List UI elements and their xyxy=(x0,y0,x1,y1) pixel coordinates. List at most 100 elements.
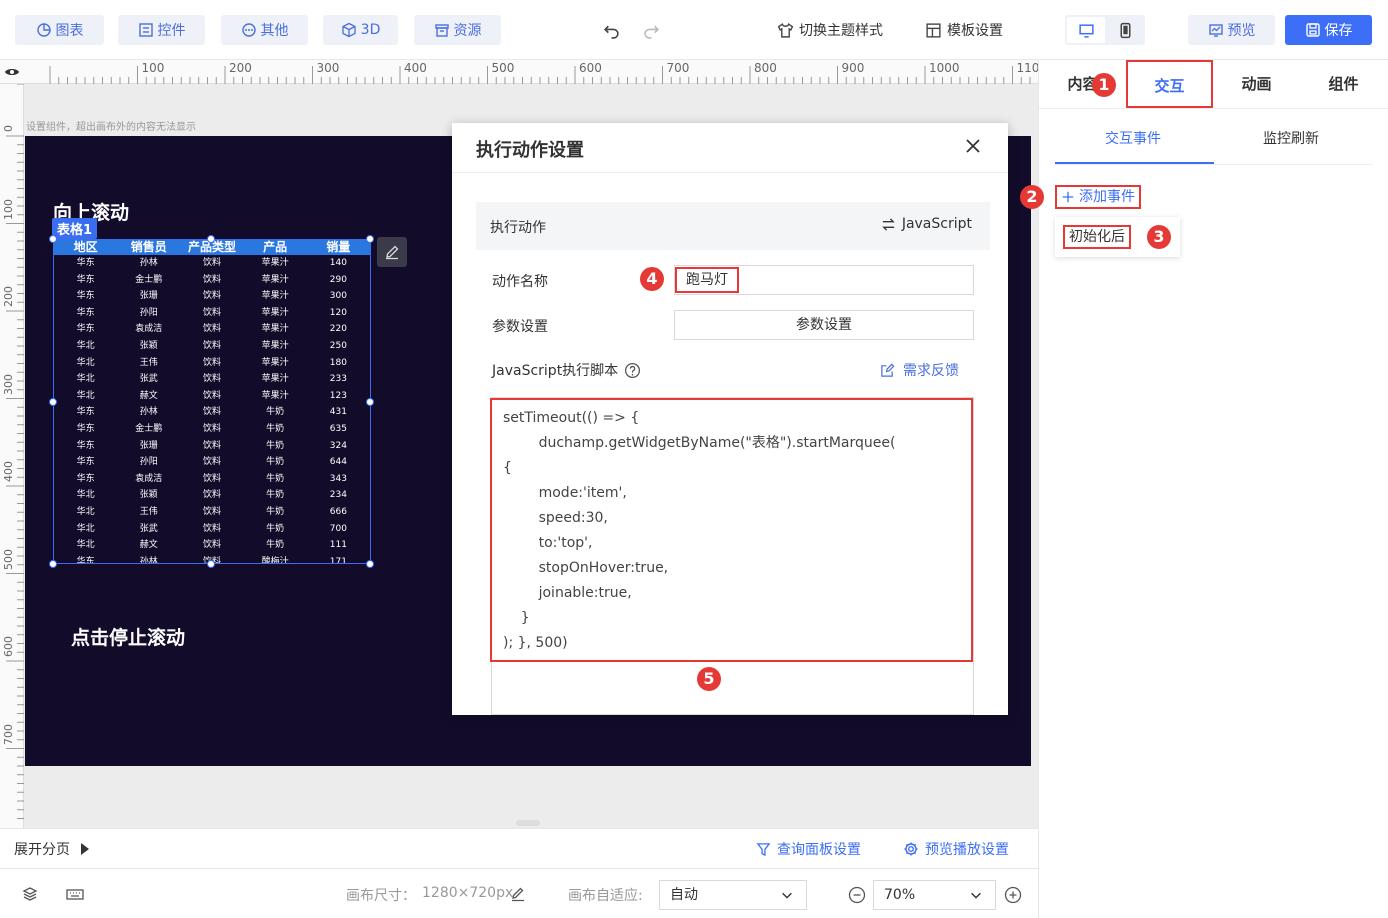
table-cell: 饮料 xyxy=(202,490,221,501)
add-event-button[interactable]: 添加事件 xyxy=(1055,185,1141,209)
table-cell: 饮料 xyxy=(202,523,221,534)
caret-right-icon xyxy=(81,843,89,855)
save-button[interactable]: 保存 xyxy=(1285,15,1372,45)
stop-scroll-title[interactable]: 点击停止滚动 xyxy=(71,623,185,650)
table-row: 华东 张珊 饮料 苹果汁 300 xyxy=(54,288,370,305)
template-settings-button[interactable]: 模板设置 xyxy=(925,15,1003,45)
resize-handle-tl[interactable] xyxy=(49,235,57,243)
canvas-scrollbar[interactable] xyxy=(516,820,540,826)
resize-handle-t[interactable] xyxy=(207,235,215,243)
vertical-ruler: 0 100 200 300 400 500 600 700 xyxy=(0,84,24,828)
canvas-adapt-select[interactable]: 自动 xyxy=(659,880,807,910)
monitor-icon xyxy=(1078,23,1094,38)
ruler-label-vertical: 400 xyxy=(2,461,15,482)
table-cell: 赫文 xyxy=(139,540,158,551)
mobile-mode-button[interactable] xyxy=(1107,17,1143,43)
expand-pages-label: 展开分页 xyxy=(14,842,70,858)
phone-icon xyxy=(1120,22,1130,38)
other-button[interactable]: 其他 xyxy=(221,15,308,45)
resize-handle-r[interactable] xyxy=(366,398,374,406)
table-cell: 饮料 xyxy=(202,540,221,551)
desktop-mode-button[interactable] xyxy=(1067,17,1105,43)
preview-button[interactable]: 预览 xyxy=(1188,15,1275,45)
action-name-input[interactable]: 跑马灯 xyxy=(674,265,974,295)
feedback-label: 需求反馈 xyxy=(903,363,959,379)
table-row: 华北 赫文 饮料 苹果汁 123 xyxy=(54,388,370,405)
preview-play-settings-button[interactable]: 预览播放设置 xyxy=(903,839,1009,859)
zoom-out-icon[interactable] xyxy=(848,886,866,908)
table-body: 华东 孙林 饮料 苹果汁 140 华东 金士鹏 饮料 苹果汁 290 华东 张珊 饮料 苹果汁 300 华东孙… xyxy=(54,255,370,564)
action-name-value: 跑马灯 xyxy=(675,267,739,293)
table-row: 华东 金士鹏 饮料 牛奶 635 xyxy=(54,421,370,438)
table-cell: 234 xyxy=(329,490,347,501)
table-cell: 牛奶 xyxy=(266,473,285,484)
table-cell: 171 xyxy=(329,556,347,564)
table-cell: 666 xyxy=(329,506,347,517)
3d-button-label: 3D xyxy=(360,22,381,38)
table-widget[interactable]: 地区 销售员 产品类型 产品 销量 华东 孙林 饮料 苹果汁 140 华东 金士鹏 饮料 苹果汁 290 华… xyxy=(53,239,371,564)
help-icon[interactable] xyxy=(624,362,641,379)
param-label: 参数设置 xyxy=(492,319,548,335)
step-badge-5: 5 xyxy=(697,667,721,691)
query-panel-settings-button[interactable]: 查询面板设置 xyxy=(756,839,861,859)
canvas-adapt-value: 自动 xyxy=(670,887,698,903)
table-cell: 饮料 xyxy=(202,357,221,368)
table-row: 华北 王伟 饮料 苹果汁 180 xyxy=(54,355,370,372)
ruler-label: 700 xyxy=(666,61,690,75)
close-button[interactable] xyxy=(962,135,984,157)
table-cell: 饮料 xyxy=(202,340,221,351)
action-type-switch[interactable]: JavaScript xyxy=(881,216,972,232)
chart-button[interactable]: 图表 xyxy=(15,15,104,45)
table-cell: 华东 xyxy=(76,258,95,268)
subtab-monitor-refresh[interactable]: 监控刷新 xyxy=(1263,128,1319,148)
tab-interaction[interactable]: 交互 xyxy=(1126,60,1213,108)
table-widget-tag: 表格1 xyxy=(52,218,98,239)
redo-button[interactable] xyxy=(643,15,660,45)
keyboard-icon[interactable] xyxy=(66,886,84,906)
table-cell: 饮料 xyxy=(202,473,221,484)
table-cell: 华东 xyxy=(76,307,95,318)
edit-widget-button[interactable] xyxy=(377,237,407,267)
resize-handle-bl[interactable] xyxy=(49,560,57,568)
table-header-cell: 销售员 xyxy=(117,240,181,255)
subtab-interaction-events[interactable]: 交互事件 xyxy=(1105,128,1161,148)
tab-component[interactable]: 组件 xyxy=(1300,60,1387,108)
edit-size-icon[interactable] xyxy=(510,886,526,906)
event-option-after-init[interactable]: 初始化后 xyxy=(1063,225,1131,249)
action-type-label: JavaScript xyxy=(901,216,972,232)
other-button-label: 其他 xyxy=(260,23,289,39)
ruler-ticks-vertical xyxy=(6,84,24,819)
table-cell: 233 xyxy=(329,374,347,385)
resize-handle-b[interactable] xyxy=(207,560,215,568)
tabs-divider xyxy=(1039,108,1388,109)
tab-animation[interactable]: 动画 xyxy=(1213,60,1300,108)
resize-handle-br[interactable] xyxy=(366,560,374,568)
table-cell: 饮料 xyxy=(202,374,221,385)
zoom-in-icon[interactable] xyxy=(1004,886,1022,908)
resize-handle-tr[interactable] xyxy=(366,235,374,243)
right-settings-panel: 内容 交互 动画 组件 交互事件 监控刷新 添加事件 初始化后 xyxy=(1038,60,1388,918)
code-line: setTimeout(() => { xyxy=(503,410,640,426)
table-row: 华东 孙林 饮料 牛奶 431 xyxy=(54,404,370,421)
canvas-note: 设置组件，超出画布外的内容无法显示 xyxy=(26,122,196,133)
switch-theme-button[interactable]: 切换主题样式 xyxy=(777,15,883,45)
zoom-select[interactable]: 70% xyxy=(873,880,996,910)
ruler-label: 400 xyxy=(404,61,427,75)
feedback-link[interactable]: 需求反馈 xyxy=(880,360,959,380)
layers-icon[interactable] xyxy=(22,886,38,906)
ruler-label: 600 xyxy=(579,61,602,75)
table-cell: 111 xyxy=(329,540,347,551)
resource-button[interactable]: 资源 xyxy=(414,15,501,45)
table-cell: 饮料 xyxy=(202,440,221,451)
resize-handle-l[interactable] xyxy=(49,398,57,406)
table-cell: 牛奶 xyxy=(266,523,285,534)
table-cell: 635 xyxy=(329,423,347,434)
param-settings-button[interactable]: 参数设置 xyxy=(674,310,974,340)
widget-button[interactable]: 控件 xyxy=(118,15,205,45)
eye-icon[interactable] xyxy=(4,64,20,80)
table-row: 华东 金士鹏 饮料 苹果汁 290 xyxy=(54,272,370,289)
undo-button[interactable] xyxy=(603,15,620,45)
expand-pages-button[interactable]: 展开分页 xyxy=(14,839,90,859)
table-cell: 饮料 xyxy=(202,423,221,434)
3d-button[interactable]: 3D xyxy=(323,15,398,45)
